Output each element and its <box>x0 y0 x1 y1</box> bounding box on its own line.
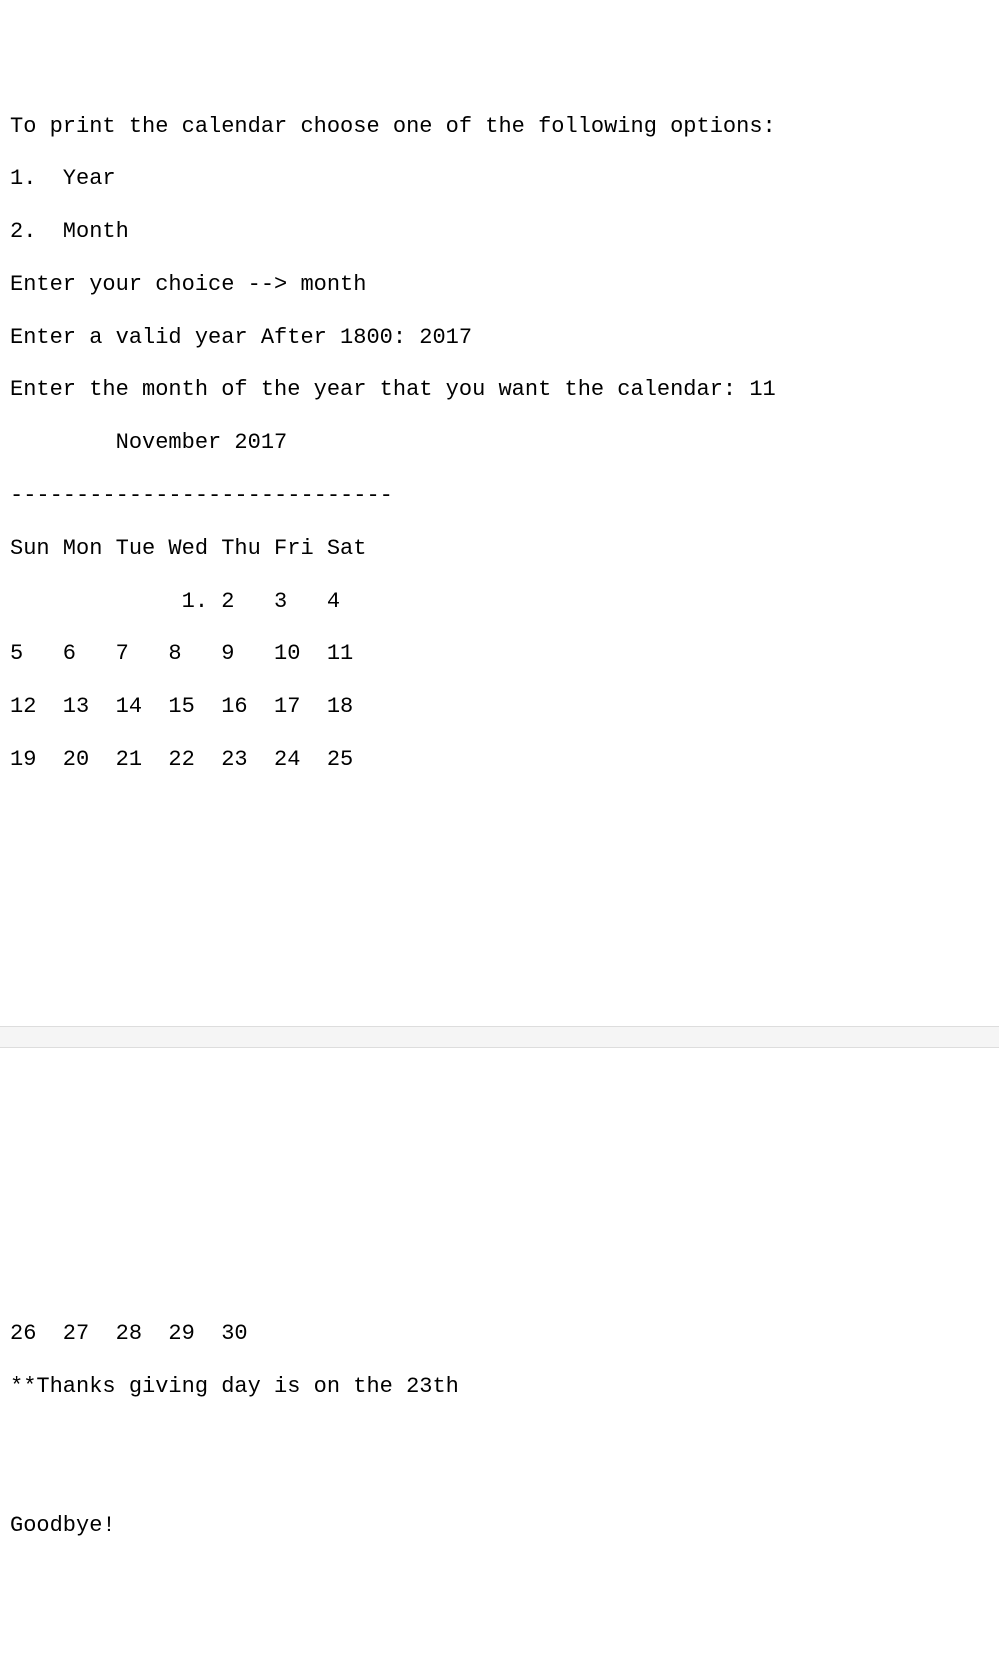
calendar-row-4: 19 20 21 22 23 24 25 <box>10 747 989 773</box>
section-divider <box>0 1026 999 1048</box>
month-input-line: Enter the month of the year that you wan… <box>10 377 989 403</box>
choice-input-line: Enter your choice --> month <box>10 272 989 298</box>
option-2: 2. Month <box>10 219 989 245</box>
calendar-row-2: 5 6 7 8 9 10 11 <box>10 641 989 667</box>
year-input-line: Enter a valid year After 1800: 2017 <box>10 325 989 351</box>
calendar-row-3: 12 13 14 15 16 17 18 <box>10 694 989 720</box>
goodbye-line: Goodbye! <box>10 1513 989 1539</box>
option-1: 1. Year <box>10 166 989 192</box>
holiday-note: **Thanks giving day is on the 23th <box>10 1374 989 1400</box>
vertical-gap <box>10 800 989 960</box>
vertical-gap <box>10 1115 989 1295</box>
calendar-row-1: 1. 2 3 4 <box>10 589 989 615</box>
vertical-gap <box>10 1426 989 1486</box>
prompt-header: To print the calendar choose one of the … <box>10 114 989 140</box>
weekday-headers: Sun Mon Tue Wed Thu Fri Sat <box>10 536 989 562</box>
calendar-title: November 2017 <box>10 430 989 456</box>
calendar-row-5: 26 27 28 29 30 <box>10 1321 989 1347</box>
separator-line: ----------------------------- <box>10 483 989 509</box>
